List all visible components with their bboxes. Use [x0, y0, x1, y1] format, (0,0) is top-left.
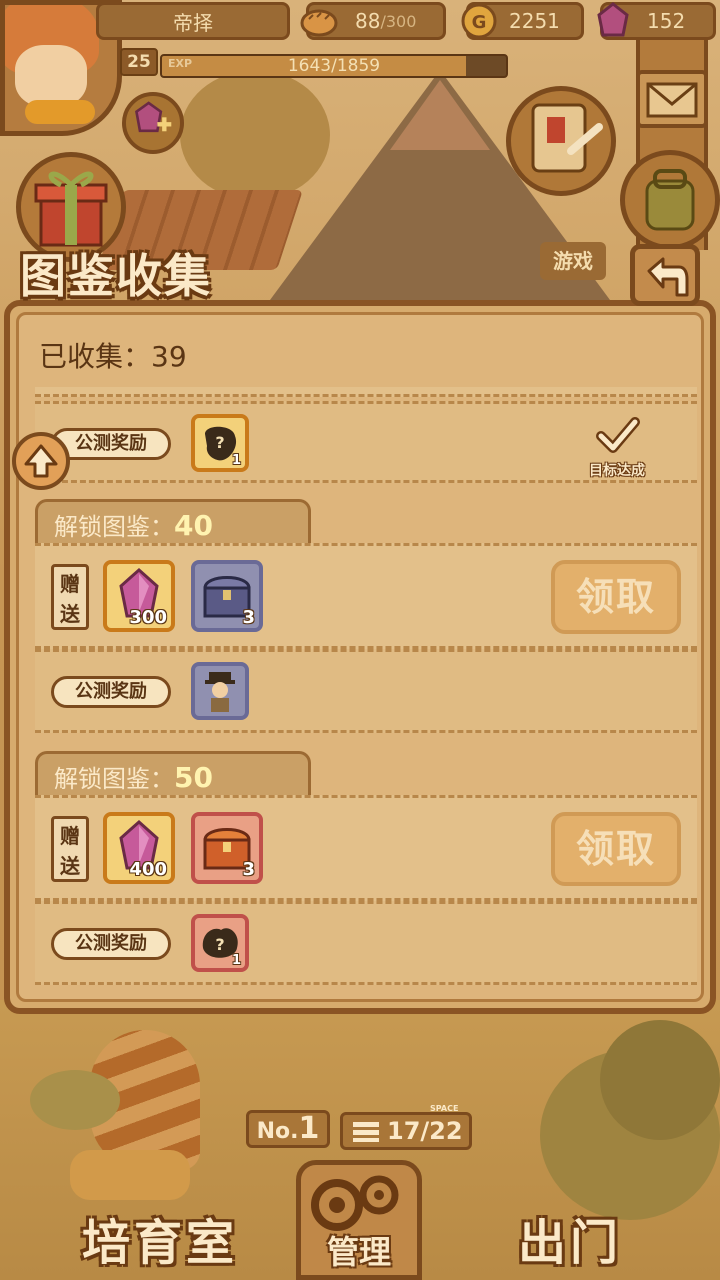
- gem-amount: 152: [647, 9, 686, 33]
- beta-reward-item[interactable]: ? 1: [191, 914, 249, 972]
- section-title-prefix: 解锁图鉴：: [54, 765, 174, 793]
- gem-bar[interactable]: 152: [597, 2, 716, 40]
- stamina-current: 88: [355, 9, 381, 33]
- backpack-button[interactable]: [620, 150, 720, 250]
- gift-item-crystal[interactable]: 400: [103, 812, 175, 884]
- beta-reward-item[interactable]: ? 1: [191, 414, 249, 472]
- space-counter: 17/22: [340, 1112, 472, 1150]
- claim-button[interactable]: 领取: [551, 560, 681, 634]
- exp-bar: EXP 1643/1859: [160, 54, 508, 78]
- tree-foliage: [180, 70, 330, 200]
- bush-right-top: [600, 1020, 720, 1140]
- section-title-number: 40: [174, 509, 213, 542]
- quest-scroll-button[interactable]: [506, 86, 616, 196]
- slot-number: No.1: [246, 1110, 330, 1148]
- page-title: 图鉴收集: [20, 249, 212, 303]
- stamina-bar[interactable]: 88/300: [300, 2, 446, 40]
- manage-label: 管理: [326, 1233, 391, 1271]
- section-title: 解锁图鉴：40: [35, 499, 311, 547]
- gold-bar[interactable]: G 2251: [461, 2, 584, 40]
- claim-button[interactable]: 领取: [551, 812, 681, 886]
- back-button[interactable]: [630, 244, 700, 306]
- svg-text:?: ?: [215, 433, 224, 452]
- unlock-section-50: 解锁图鉴：50 赠送 400 3 领取 公测奖励 ? 1: [35, 751, 697, 991]
- beta-reward-item[interactable]: [191, 662, 249, 720]
- beta-reward-row: 公测奖励: [35, 649, 697, 733]
- gem-plus-icon: [135, 101, 172, 133]
- explorer-character-icon: [205, 672, 235, 712]
- slot-number-prefix: No.: [256, 1119, 299, 1144]
- item-quantity: 300: [129, 607, 167, 628]
- slot-number-value: 1: [298, 1111, 320, 1146]
- hay-bale: [70, 1150, 190, 1200]
- buy-gems-button[interactable]: [122, 92, 184, 154]
- gift-reward-row: 赠送 400 3 领取: [35, 795, 697, 901]
- game-menu-button[interactable]: 游戏: [540, 242, 606, 280]
- svg-text:?: ?: [215, 935, 224, 954]
- reward-list[interactable]: 公测奖励 ? 1 目标达成 解锁图鉴：40 赠送 300 3 领取 公测奖励 解…: [35, 387, 697, 997]
- collected-count: 已收集：39: [39, 340, 187, 373]
- bread-icon: [300, 9, 338, 37]
- goal-completed: 目标达成: [577, 416, 657, 480]
- back-arrow-icon: [647, 257, 689, 297]
- beta-reward-badge: 公测奖励: [51, 928, 171, 960]
- nest-egg: [30, 1070, 120, 1130]
- gift-badge: 赠送: [51, 564, 89, 630]
- nursery-button[interactable]: 培育室: [60, 1206, 260, 1280]
- scroll-up-button[interactable]: [12, 432, 70, 490]
- volcano-lava: [390, 80, 490, 150]
- collection-panel: 已收集：39 公测奖励 ? 1 目标达成 解锁图鉴：40 赠送 300 3 领取…: [4, 300, 716, 1014]
- stamina-max: /300: [380, 11, 417, 31]
- player-name: 帝择: [173, 10, 213, 35]
- item-quantity: 1: [231, 453, 241, 468]
- avatar-scarf: [25, 100, 95, 124]
- gift-badge: 赠送: [51, 816, 89, 882]
- go-out-button[interactable]: 出门: [480, 1206, 660, 1280]
- backpack-icon: [645, 169, 695, 231]
- space-tag: SPACE: [430, 1104, 459, 1113]
- gold-amount: 2251: [509, 9, 560, 33]
- prev-gift-row-edge: [35, 387, 697, 397]
- list-icon: [353, 1122, 379, 1142]
- gold-coin-icon: G: [461, 3, 497, 39]
- prev-beta-row: 公测奖励 ? 1 目标达成: [35, 401, 697, 483]
- item-quantity: 1: [231, 953, 241, 968]
- manage-button[interactable]: 管理: [296, 1160, 422, 1280]
- item-quantity: 3: [242, 859, 255, 880]
- gift-item-crystal[interactable]: 300: [103, 560, 175, 632]
- beta-reward-badge: 公测奖励: [51, 676, 171, 708]
- space-value: 17/22: [387, 1117, 463, 1145]
- arrow-up-icon: [24, 444, 58, 478]
- svg-text:G: G: [472, 12, 487, 33]
- goal-completed-label: 目标达成: [589, 463, 645, 479]
- checkmark-icon: [596, 417, 640, 453]
- envelope-icon: [646, 82, 698, 118]
- item-quantity: 3: [242, 607, 255, 628]
- unlock-section-40: 解锁图鉴：40 赠送 300 3 领取 公测奖励: [35, 499, 697, 739]
- gem-icon: [597, 2, 629, 37]
- player-level: 25: [120, 48, 158, 76]
- gift-item-chest[interactable]: 3: [191, 812, 263, 884]
- section-title: 解锁图鉴：50: [35, 751, 311, 799]
- player-name-bar: 帝择: [96, 2, 290, 40]
- section-title-number: 50: [174, 761, 213, 794]
- mail-button[interactable]: [636, 70, 708, 128]
- gift-item-chest[interactable]: 3: [191, 560, 263, 632]
- exp-text: 1643/1859: [287, 56, 381, 76]
- item-quantity: 400: [129, 859, 167, 880]
- scroll-quill-icon: [531, 103, 603, 173]
- panel-inner: 已收集：39 公测奖励 ? 1 目标达成 解锁图鉴：40 赠送 300 3 领取…: [16, 312, 704, 1002]
- gift-reward-row: 赠送 300 3 领取: [35, 543, 697, 649]
- section-title-prefix: 解锁图鉴：: [54, 513, 174, 541]
- beta-reward-row: 公测奖励 ? 1: [35, 901, 697, 985]
- avatar-face: [15, 45, 87, 107]
